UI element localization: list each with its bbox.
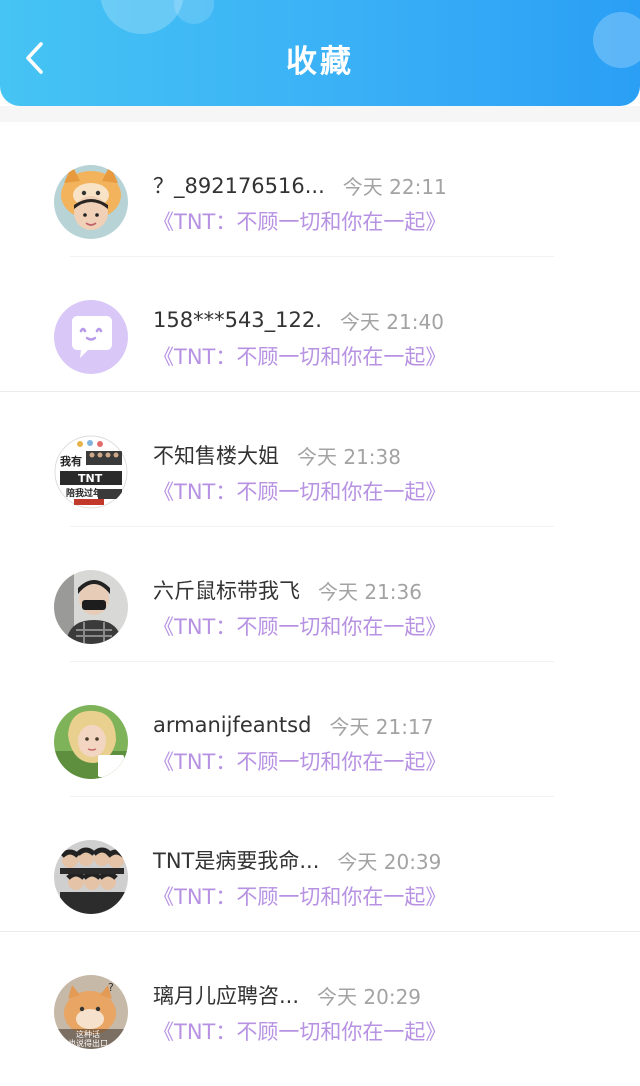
timestamp: 今天 21:40 [339, 309, 444, 334]
novel-title-link[interactable]: 《TNT：不顾一切和你在一起》 [153, 746, 446, 776]
item-header: 璃月儿应聘咨... 今天 20:29 [153, 980, 421, 1010]
avatar[interactable] [54, 165, 128, 239]
list-item[interactable]: 我有 TNT 陪我过年 不知售楼大姐 今天 21:38 《TNT：不顾一切和你在… [0, 392, 640, 527]
avatar-caption: 这种话 [76, 1029, 100, 1039]
novel-title-link[interactable]: 《TNT：不顾一切和你在一起》 [153, 206, 446, 236]
list-item[interactable]: ? 这种话 你也说得出口 璃月儿应聘咨... 今天 20:29 《TNT：不顾一… [0, 932, 640, 1067]
novel-title-link[interactable]: 《TNT：不顾一切和你在一起》 [153, 341, 446, 371]
timestamp: 今天 20:29 [317, 984, 422, 1009]
novel-title-link[interactable]: 《TNT：不顾一切和你在一起》 [153, 476, 446, 506]
item-header: ？_892176516... 今天 22:11 [153, 170, 447, 200]
user-name[interactable]: 158***543_122. [153, 308, 322, 332]
header-bubble-decoration [174, 0, 214, 24]
list-item[interactable]: 158***543_122. 今天 21:40 《TNT：不顾一切和你在一起》 [0, 257, 640, 392]
novel-title-link[interactable]: 《TNT：不顾一切和你在一起》 [153, 881, 446, 911]
avatar[interactable] [54, 840, 128, 914]
novel-title-link[interactable]: 《TNT：不顾一切和你在一起》 [153, 1016, 446, 1046]
avatar[interactable] [54, 300, 128, 374]
avatar[interactable] [54, 705, 128, 779]
user-name[interactable]: ？_892176516... [153, 170, 325, 200]
list-item[interactable]: TNT是病要我命... 今天 20:39 《TNT：不顾一切和你在一起》 [0, 797, 640, 932]
header-bar: 收藏 [0, 0, 640, 106]
user-name[interactable]: TNT是病要我命... [153, 845, 319, 875]
list-item[interactable]: armanijfeantsd 今天 21:17 《TNT：不顾一切和你在一起》 [0, 662, 640, 797]
user-name[interactable]: 六斤鼠标带我飞 [153, 575, 300, 605]
list-item[interactable]: 六斤鼠标带我飞 今天 21:36 《TNT：不顾一切和你在一起》 [0, 527, 640, 662]
user-name[interactable]: armanijfeantsd [153, 713, 311, 737]
item-header: 158***543_122. 今天 21:40 [153, 305, 444, 335]
user-name[interactable]: 不知售楼大姐 [153, 440, 279, 470]
list-item[interactable]: ？_892176516... 今天 22:11 《TNT：不顾一切和你在一起》 [0, 122, 640, 257]
favorites-list: ？_892176516... 今天 22:11 《TNT：不顾一切和你在一起》 … [0, 122, 640, 1067]
item-header: armanijfeantsd 今天 21:17 [153, 710, 433, 740]
avatar[interactable] [54, 570, 128, 644]
novel-title-link[interactable]: 《TNT：不顾一切和你在一起》 [153, 611, 446, 641]
avatar-caption: 我有 [60, 454, 82, 468]
timestamp: 今天 21:38 [297, 444, 401, 469]
timestamp: 今天 20:39 [337, 849, 442, 874]
timestamp: 今天 21:36 [318, 579, 422, 604]
avatar-caption: 陪我过年 [66, 487, 102, 499]
timestamp: 今天 22:11 [342, 174, 447, 199]
page-title: 收藏 [286, 44, 354, 80]
timestamp: 今天 21:17 [329, 714, 434, 739]
avatar[interactable]: ? 这种话 你也说得出口 [54, 975, 128, 1049]
svg-text:?: ? [108, 981, 114, 994]
item-header: TNT是病要我命... 今天 20:39 [153, 845, 441, 875]
avatar-caption: TNT [78, 472, 103, 485]
item-header: 六斤鼠标带我飞 今天 21:36 [153, 575, 422, 605]
header-bubble-decoration [100, 0, 184, 34]
avatar[interactable]: 我有 TNT 陪我过年 [54, 435, 128, 509]
item-header: 不知售楼大姐 今天 21:38 [153, 440, 401, 470]
favorites-page: 收藏 ？_892176516... 今天 22:11 《TNT：不顾一切和你在一… [0, 0, 640, 1086]
avatar-caption: 你也说得出口 [60, 1038, 108, 1048]
user-name[interactable]: 璃月儿应聘咨... [153, 980, 299, 1010]
header-spacer [0, 106, 640, 122]
